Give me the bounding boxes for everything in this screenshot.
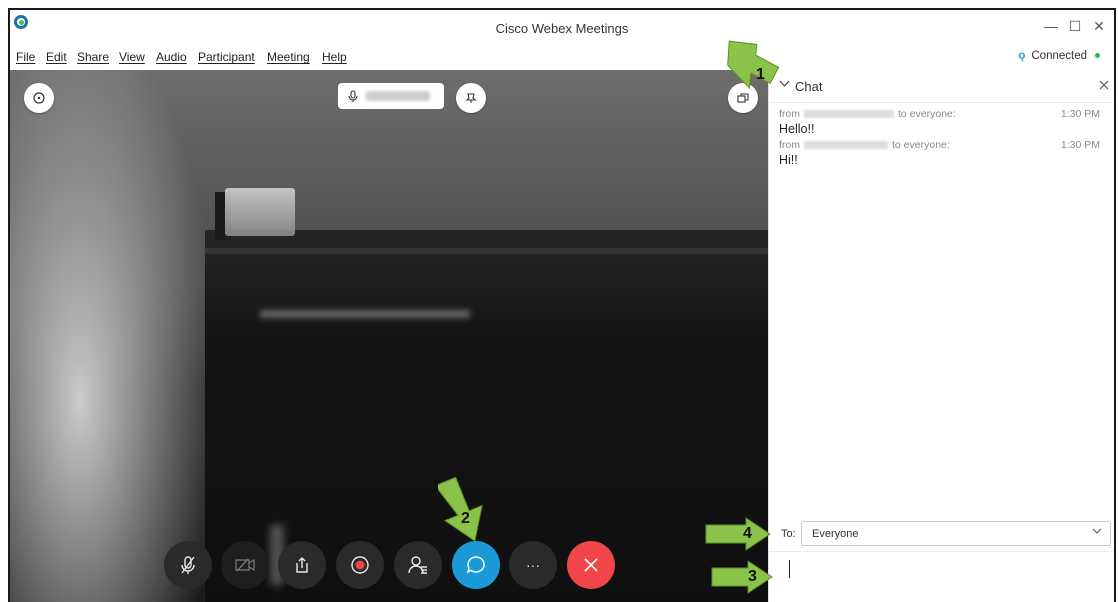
annotation-label: 3	[748, 568, 757, 585]
annotation-label: 1	[756, 66, 765, 83]
message-time: 1:30 PM	[1060, 139, 1100, 151]
record-button[interactable]	[336, 541, 384, 589]
meeting-info-button[interactable]	[24, 83, 54, 113]
recipient-label: To:	[781, 528, 796, 540]
audio-connected-icon: ǫ	[1018, 50, 1026, 62]
annotation-arrow-icon	[711, 560, 773, 594]
app-window: Cisco Webex Meetings — ☐ ✕ File Edit Sha…	[8, 8, 1116, 602]
annotation-label: 4	[743, 525, 752, 542]
share-button[interactable]	[278, 541, 326, 589]
menu-participant[interactable]: Participant	[198, 50, 255, 64]
chat-title[interactable]: Chat	[795, 79, 822, 94]
pin-icon	[465, 93, 477, 103]
mic-icon	[348, 90, 358, 102]
end-meeting-button[interactable]	[567, 541, 615, 589]
video-feed-detail	[225, 188, 295, 236]
connection-status[interactable]: ǫ Connected	[1018, 50, 1100, 62]
status-dot-icon	[1095, 53, 1100, 59]
close-icon	[584, 558, 598, 572]
annotation-label: 2	[461, 510, 470, 527]
more-button[interactable]: ···	[509, 541, 557, 589]
record-icon	[351, 556, 369, 574]
message-time: 1:30 PM	[1060, 108, 1100, 120]
message-to-label: to everyone:	[892, 139, 950, 151]
minimize-button[interactable]: —	[1040, 18, 1062, 34]
close-chat-button[interactable]	[1099, 77, 1109, 93]
menu-bar: File Edit Share View Audio Participant M…	[10, 47, 1114, 67]
mic-off-icon	[181, 556, 195, 574]
maximize-button[interactable]: ☐	[1064, 18, 1086, 35]
menu-share[interactable]: Share	[77, 50, 109, 64]
pin-button[interactable]	[456, 83, 486, 113]
participants-button[interactable]	[394, 541, 442, 589]
video-feed-detail	[205, 248, 768, 254]
annotation-arrow-icon	[727, 40, 780, 90]
video-stage: ···	[10, 70, 768, 602]
video-feed-detail	[260, 310, 470, 318]
menu-help[interactable]: Help	[322, 50, 347, 64]
speaker-name-redacted	[366, 91, 430, 101]
sender-name-redacted	[804, 110, 894, 119]
text-cursor	[789, 560, 790, 578]
annotation-arrow-icon	[438, 476, 483, 542]
menu-audio[interactable]: Audio	[156, 50, 187, 64]
close-window-button[interactable]: ✕	[1088, 18, 1110, 35]
recipient-value: Everyone	[812, 528, 859, 540]
close-icon	[1099, 80, 1109, 90]
recipient-row: To: Everyone	[769, 519, 1114, 549]
chevron-down-icon	[1092, 527, 1102, 538]
message-to-label: to everyone:	[898, 108, 956, 120]
message-meta: from to everyone: 1:30 PM	[779, 108, 1104, 120]
camera-off-icon	[235, 558, 255, 572]
message-text: Hi!!	[779, 153, 798, 167]
connection-status-label: Connected	[1031, 50, 1087, 62]
message-from-label: from	[779, 139, 800, 151]
recipient-select[interactable]: Everyone	[801, 521, 1111, 546]
participants-icon	[408, 556, 427, 574]
menu-file[interactable]: File	[16, 50, 35, 64]
info-icon	[33, 92, 45, 104]
message-meta: from to everyone: 1:30 PM	[779, 139, 1104, 151]
menu-edit[interactable]: Edit	[46, 50, 67, 64]
chat-icon	[466, 556, 485, 574]
chat-message-input[interactable]	[769, 551, 1114, 602]
menu-view[interactable]: View	[119, 50, 145, 64]
active-speaker-indicator[interactable]	[338, 83, 444, 109]
chat-button[interactable]	[452, 541, 500, 589]
message-text: Hello!!	[779, 122, 815, 136]
title-bar: Cisco Webex Meetings — ☐ ✕	[10, 10, 1114, 40]
chat-header: Chat	[769, 70, 1114, 103]
mute-button[interactable]	[164, 541, 212, 589]
annotation-arrow-icon	[705, 517, 771, 551]
menu-meeting[interactable]: Meeting	[267, 50, 310, 64]
message-from-label: from	[779, 108, 800, 120]
share-icon	[296, 557, 308, 573]
window-title: Cisco Webex Meetings	[495, 21, 629, 36]
chat-panel: Chat from to everyone: 1:30 PM Hello!! fr…	[768, 70, 1114, 602]
video-button[interactable]	[221, 541, 269, 589]
sender-name-redacted	[804, 141, 888, 150]
